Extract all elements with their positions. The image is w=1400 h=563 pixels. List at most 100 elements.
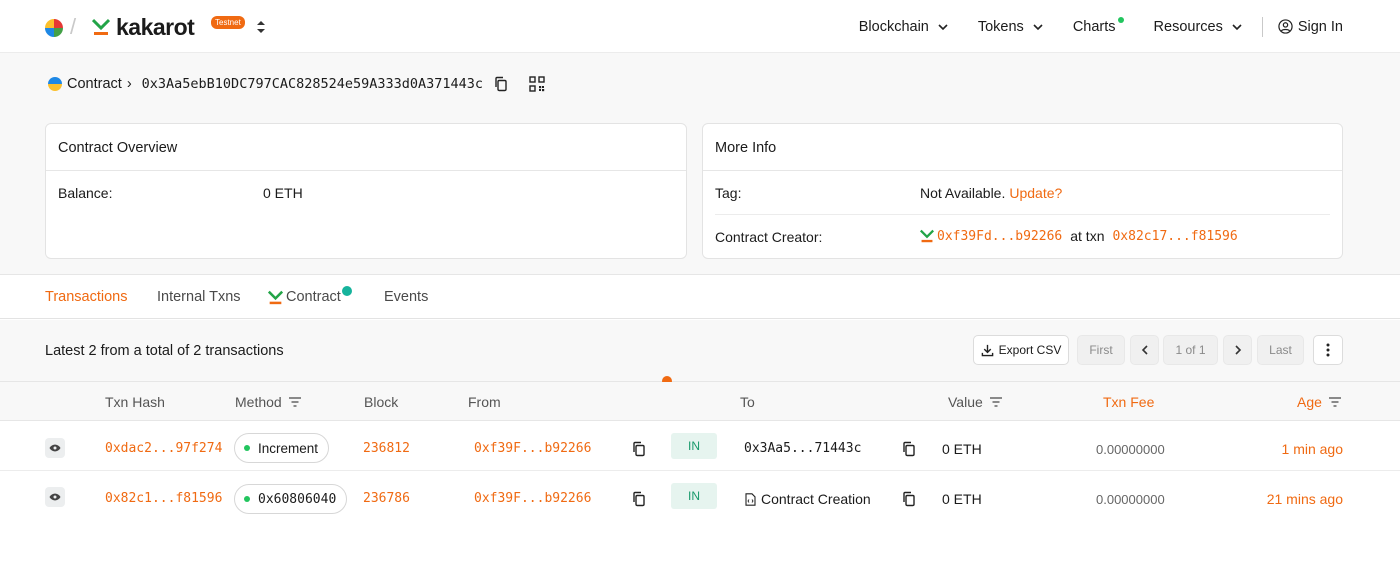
- copy-icon[interactable]: [631, 491, 647, 507]
- next-page-button[interactable]: [1223, 335, 1252, 365]
- direction-badge: IN: [671, 433, 717, 459]
- table-header: Txn Hash Method Block From To Value Txn …: [0, 382, 1400, 421]
- creator-txn-link[interactable]: 0x82c17...f81596: [1112, 229, 1237, 244]
- nav-resources[interactable]: Resources: [1154, 19, 1242, 35]
- col-block: Block: [364, 394, 399, 410]
- tab-transactions[interactable]: Transactions: [45, 289, 127, 305]
- download-icon: [981, 344, 993, 356]
- nav-label: Resources: [1153, 18, 1223, 35]
- copy-icon[interactable]: [493, 76, 509, 92]
- tag-value: Not Available.: [920, 185, 1006, 201]
- contract-overview-card: Contract Overview Balance: 0 ETH: [45, 123, 687, 259]
- nav-tokens[interactable]: Tokens: [978, 19, 1043, 35]
- kakarot-mark-icon: [92, 18, 110, 35]
- col-method[interactable]: Method: [235, 394, 302, 410]
- nav-label: Blockchain: [858, 18, 929, 35]
- direction-badge: IN: [671, 483, 717, 509]
- method-badge: Increment: [234, 433, 330, 463]
- to-contract-creation: Contract Creation: [745, 491, 871, 507]
- card-title: More Info: [703, 124, 1342, 171]
- verified-check-icon: [341, 286, 352, 296]
- prev-page-button[interactable]: [1130, 335, 1159, 365]
- preview-eye-icon[interactable]: [45, 487, 65, 507]
- filter-icon: [1328, 397, 1341, 407]
- kakarot-mark-icon: [268, 290, 283, 304]
- method-status-dot: [244, 445, 250, 451]
- network-switch-icon[interactable]: [255, 19, 267, 35]
- brand-logo[interactable]: kakarot: [92, 14, 195, 40]
- col-value[interactable]: Value: [948, 394, 1003, 410]
- tab-contract[interactable]: Contract: [268, 286, 352, 305]
- tab-internal-txns[interactable]: Internal Txns: [157, 289, 241, 305]
- user-icon: [1278, 19, 1293, 34]
- col-txn-fee[interactable]: Txn Fee: [1103, 394, 1154, 410]
- age-cell: 21 mins ago: [1266, 491, 1343, 507]
- table-row: 0x82c1...f81596 0x60806040 236786 0xf39F…: [0, 471, 1400, 520]
- tag-value-group: Not Available. Update?: [920, 185, 1062, 201]
- export-label: Export CSV: [998, 343, 1062, 357]
- table-toolbar: Latest 2 from a total of 2 transactions …: [0, 320, 1400, 382]
- chevron-right-icon: [1234, 345, 1241, 355]
- from-address-link[interactable]: 0xf39F...b92266: [474, 441, 591, 456]
- update-tag-link[interactable]: Update?: [1009, 185, 1062, 201]
- txn-hash-link[interactable]: 0x82c1...f81596: [105, 491, 222, 506]
- balance-value: 0 ETH: [263, 185, 303, 201]
- col-age[interactable]: Age: [1297, 394, 1342, 410]
- col-txn-hash: Txn Hash: [105, 394, 165, 410]
- contract-address: 0x3Aa5ebB10DC797CAC828524e59A333d0A37144…: [141, 76, 484, 92]
- chain-icon: [48, 77, 62, 91]
- copy-icon[interactable]: [901, 491, 917, 507]
- nav-blockchain[interactable]: Blockchain: [859, 19, 948, 35]
- creator-address-link[interactable]: 0xf39Fd...b92266: [937, 229, 1062, 244]
- kebab-menu-icon: [1326, 343, 1330, 357]
- tab-events[interactable]: Events: [384, 289, 428, 305]
- tag-label: Tag:: [715, 185, 742, 201]
- main-nav: Blockchain Tokens Charts Resources Sign …: [829, 0, 1343, 53]
- col-label: Method: [235, 394, 282, 410]
- method-badge: 0x60806040: [234, 484, 348, 514]
- nav-label: Charts: [1072, 18, 1116, 35]
- creator-row: Contract Creator: 0xf39Fd...b92266 at tx…: [703, 215, 1342, 259]
- filter-icon: [989, 397, 1002, 407]
- method-status-dot: [244, 496, 250, 502]
- col-from: From: [468, 394, 501, 410]
- preview-eye-icon[interactable]: [45, 438, 65, 458]
- block-link[interactable]: 236812: [363, 441, 410, 456]
- breadcrumb-separator: ›: [126, 76, 132, 92]
- age-cell: 1 min ago: [1281, 441, 1343, 457]
- sign-in-label: Sign In: [1297, 18, 1343, 35]
- last-page-button[interactable]: Last: [1257, 335, 1304, 365]
- nav-charts[interactable]: Charts: [1072, 16, 1124, 35]
- copy-icon[interactable]: [631, 441, 647, 457]
- tab-label: Contract: [286, 289, 341, 305]
- more-options-button[interactable]: [1313, 335, 1343, 365]
- method-label: 0x60806040: [258, 491, 337, 507]
- content-tabs: Transactions Internal Txns Contract Even…: [0, 276, 1400, 319]
- txn-hash-link[interactable]: 0xdac2...97f274: [105, 441, 222, 456]
- kakarot-mark-icon: [920, 229, 934, 243]
- new-indicator-dot: [1117, 16, 1124, 23]
- value-cell: 0 ETH: [942, 491, 982, 507]
- chevron-down-icon: [1232, 23, 1242, 30]
- explorer-logo-icon[interactable]: [45, 19, 63, 37]
- logo-divider: /: [70, 14, 77, 39]
- txn-fee-cell: 0.00000000: [1096, 442, 1165, 457]
- export-csv-button[interactable]: Export CSV: [973, 335, 1069, 365]
- to-address[interactable]: 0x3Aa5...71443c: [744, 441, 861, 456]
- block-link[interactable]: 236786: [363, 491, 410, 506]
- at-txn-label: at txn: [1070, 228, 1105, 244]
- tag-row: Tag: Not Available. Update?: [703, 171, 1342, 215]
- balance-label: Balance:: [58, 185, 113, 201]
- more-info-card: More Info Tag: Not Available. Update? Co…: [702, 123, 1343, 259]
- transactions-summary: Latest 2 from a total of 2 transactions: [45, 343, 284, 359]
- to-label: Contract Creation: [761, 491, 871, 507]
- value-cell: 0 ETH: [942, 441, 982, 457]
- nav-divider: [1261, 16, 1263, 37]
- qr-code-icon[interactable]: [529, 76, 545, 92]
- filter-icon: [288, 397, 301, 407]
- from-address-link[interactable]: 0xf39F...b92266: [474, 491, 591, 506]
- sign-in-button[interactable]: Sign In: [1278, 19, 1343, 35]
- chevron-down-icon: [1033, 23, 1043, 30]
- copy-icon[interactable]: [901, 441, 917, 457]
- first-page-button[interactable]: First: [1077, 335, 1125, 365]
